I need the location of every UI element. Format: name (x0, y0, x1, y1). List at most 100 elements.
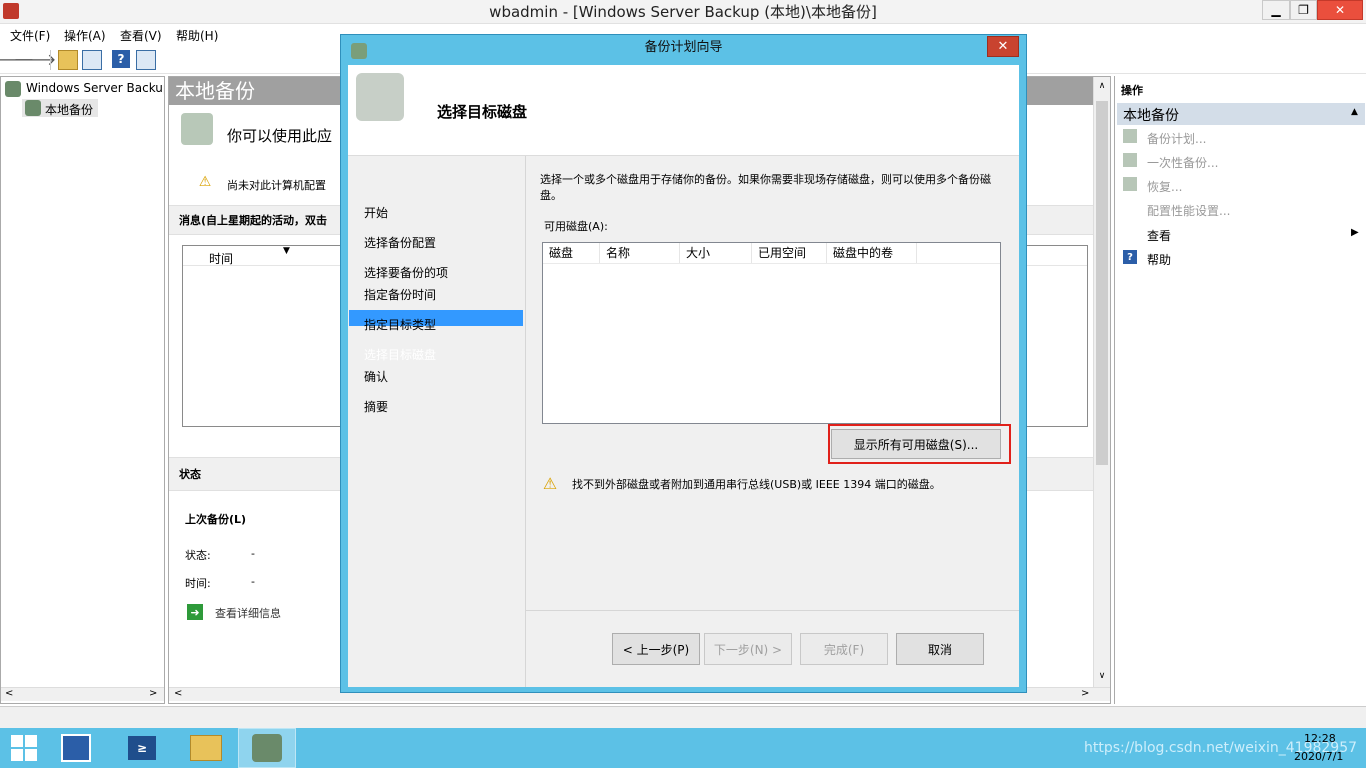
status-bar (0, 706, 1366, 728)
sort-down-icon: ▼ (283, 246, 290, 256)
column-name[interactable]: 名称 (600, 243, 680, 263)
menu-help[interactable]: 帮助(H) (176, 27, 218, 44)
collapse-icon[interactable]: ▲ (1351, 107, 1358, 117)
server-manager-icon[interactable] (52, 728, 100, 768)
help-icon: ? (1123, 250, 1137, 264)
scroll-thumb[interactable] (1096, 101, 1108, 465)
help-icon[interactable]: ? (112, 50, 130, 68)
dialog-title: 备份计划向导 (644, 40, 723, 55)
close-button[interactable]: ✕ (1317, 0, 1363, 20)
wizard-step-backup-time[interactable]: 指定备份时间 (364, 286, 436, 303)
back-button[interactable]: < 上一步(P) (612, 633, 700, 665)
menu-file[interactable]: 文件(F) (10, 27, 50, 44)
scroll-left-icon[interactable]: < (174, 688, 182, 699)
tree-item-local-backup[interactable]: 本地备份 (45, 101, 93, 118)
clock-time[interactable]: 12:28 (1304, 732, 1336, 745)
taskbar: ≥ https://blog.csdn.net/weixin_41982957 … (0, 728, 1366, 768)
messages-title: 消息(自上星期起的活动，双击 (179, 214, 328, 227)
console-tree: Windows Server Backup 本地备份 < > (0, 76, 165, 704)
action-one-time-backup[interactable]: 一次性备份... (1147, 154, 1218, 171)
column-disk[interactable]: 磁盘 (543, 243, 600, 263)
show-hide-action-pane-icon[interactable] (136, 50, 156, 70)
wizard-steps: 开始 选择备份配置 选择要备份的项 指定备份时间 指定目标类型 选择目标磁盘 确… (348, 156, 526, 687)
next-button[interactable]: 下一步(N) > (704, 633, 792, 665)
wizard-step-select-disk[interactable]: 选择目标磁盘 (364, 346, 436, 363)
dialog-close-button[interactable]: ✕ (987, 36, 1019, 57)
action-recover[interactable]: 恢复... (1147, 178, 1182, 195)
details-link[interactable]: 查看详细信息 (215, 605, 281, 621)
status-value: - (251, 547, 255, 560)
wizard-step-select-items[interactable]: 选择要备份的项 (364, 264, 448, 281)
tree-root[interactable]: Windows Server Backup (26, 81, 164, 95)
wbadmin-taskbar-icon[interactable] (238, 728, 296, 768)
windows-logo-icon (11, 735, 37, 761)
minimize-button[interactable]: ▁ (1262, 0, 1290, 20)
action-view[interactable]: 查看 (1147, 227, 1171, 244)
cancel-button[interactable]: 取消 (896, 633, 984, 665)
dialog-description: 选择一个或多个磁盘用于存储你的备份。如果你需要非现场存储磁盘，则可以使用多个备份… (540, 173, 991, 202)
dialog-heading: 选择目标磁盘 (437, 103, 528, 121)
actions-section-title[interactable]: 本地备份 (1123, 105, 1179, 125)
column-used-space[interactable]: 已用空间 (752, 243, 827, 263)
wizard-step-summary[interactable]: 摘要 (364, 398, 388, 415)
one-time-backup-icon (1123, 153, 1137, 167)
menu-view[interactable]: 查看(V) (120, 27, 162, 44)
list-header-divider (543, 263, 1000, 264)
warning-icon: ⚠ (198, 174, 212, 190)
backup-disk-icon (356, 73, 404, 121)
button-divider (526, 610, 1019, 611)
scroll-up-icon[interactable]: ∧ (1097, 81, 1107, 91)
action-configure-performance[interactable]: 配置性能设置... (1147, 202, 1230, 219)
show-all-disks-button[interactable]: 显示所有可用磁盘(S)... (831, 429, 1001, 459)
scroll-down-icon[interactable]: ∨ (1097, 671, 1107, 681)
column-size[interactable]: 大小 (680, 243, 752, 263)
start-button[interactable] (0, 728, 48, 768)
clock-date[interactable]: 2020/7/1 (1294, 750, 1343, 763)
dialog-header: 选择目标磁盘 (348, 65, 1019, 156)
file-explorer-icon[interactable] (182, 728, 230, 768)
finish-button[interactable]: 完成(F) (800, 633, 888, 665)
arrow-right-icon: ➜ (187, 604, 203, 620)
column-time[interactable]: 时间 (209, 250, 233, 267)
forward-arrow-icon[interactable]: 🡒 (14, 50, 57, 69)
dialog-body: 选择目标磁盘 开始 选择备份配置 选择要备份的项 指定备份时间 指定目标类型 选… (348, 65, 1019, 687)
available-disks-label: 可用磁盘(A): (544, 220, 608, 233)
status-label: 状态: (185, 549, 211, 562)
available-disks-list[interactable]: 磁盘 名称 大小 已用空间 磁盘中的卷 (542, 242, 1001, 424)
center-vertical-scrollbar[interactable]: ∧ ∨ (1093, 77, 1110, 687)
backup-schedule-wizard: 备份计划向导 ✕ 选择目标磁盘 开始 选择备份配置 选择要备份的项 指定备份时间… (340, 34, 1027, 693)
powershell-icon[interactable]: ≥ (118, 728, 166, 768)
show-hide-console-tree-icon[interactable] (82, 50, 102, 70)
backup-drive-icon (181, 113, 213, 145)
actions-pane: 操作 本地备份 ▲ 备份计划... 一次性备份... 恢复... 配置性能设置.… (1114, 76, 1366, 704)
last-backup-title: 上次备份(L) (185, 513, 247, 526)
center-intro: 你可以使用此应 (227, 127, 333, 145)
column-volumes[interactable]: 磁盘中的卷 (827, 243, 917, 263)
toolbar-separator (50, 50, 51, 70)
time-value: - (251, 575, 255, 588)
wizard-step-destination-type[interactable]: 指定目标类型 (364, 316, 436, 333)
window-title: wbadmin - [Windows Server Backup (本地)\本地… (489, 3, 877, 21)
actions-title: 操作 (1121, 84, 1143, 97)
action-backup-schedule[interactable]: 备份计划... (1147, 130, 1206, 147)
wizard-step-backup-config[interactable]: 选择备份配置 (364, 234, 436, 251)
wizard-step-confirm[interactable]: 确认 (364, 368, 388, 385)
schedule-backup-icon (1123, 129, 1137, 143)
tree-horizontal-scrollbar[interactable]: < > (1, 687, 164, 701)
scroll-right-icon[interactable]: > (1081, 688, 1089, 699)
wizard-step-start[interactable]: 开始 (364, 204, 388, 221)
scroll-right-icon[interactable]: > (149, 688, 157, 699)
menu-action[interactable]: 操作(A) (64, 27, 106, 44)
action-help[interactable]: 帮助 (1147, 251, 1171, 268)
dialog-warning: 找不到外部磁盘或者附加到通用串行总线(USB)或 IEEE 1394 端口的磁盘… (572, 478, 941, 491)
scroll-left-icon[interactable]: < (5, 688, 13, 699)
maximize-button[interactable]: ❐ (1290, 0, 1317, 20)
submenu-arrow-icon: ▶ (1351, 227, 1359, 238)
up-folder-icon[interactable] (58, 50, 78, 70)
recover-icon (1123, 177, 1137, 191)
local-backup-icon (25, 100, 41, 116)
center-warning: 尚未对此计算机配置 (227, 179, 326, 192)
warning-icon: ⚠ (542, 473, 558, 493)
time-label: 时间: (185, 577, 211, 590)
status-title: 状态 (179, 468, 201, 481)
